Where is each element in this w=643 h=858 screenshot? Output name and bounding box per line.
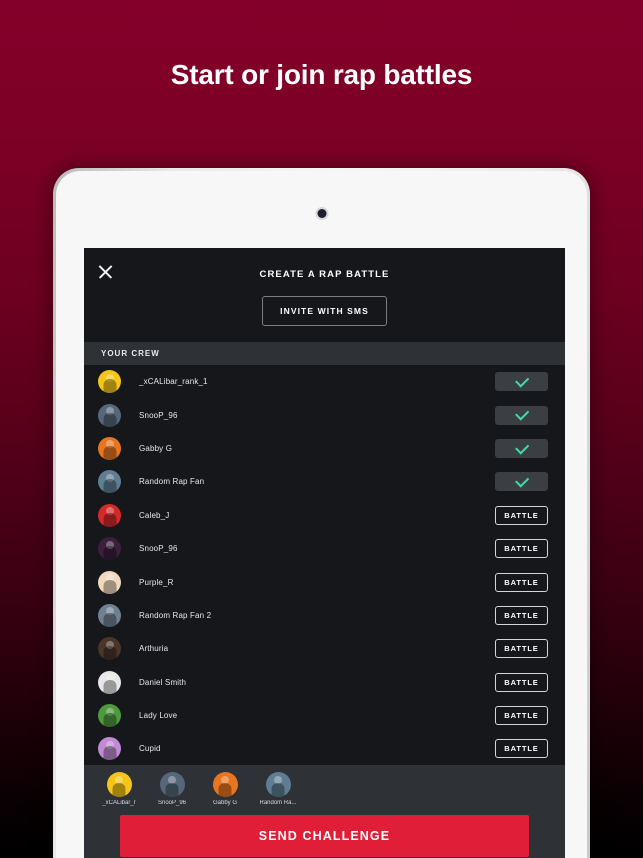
avatar-photo-icon <box>98 537 121 561</box>
section-header-your-crew: YOUR CREW <box>84 342 565 365</box>
crew-member-name: Purple_R <box>139 577 174 587</box>
battle-button[interactable]: BATTLE <box>495 539 548 559</box>
camera-dot-icon <box>317 209 326 218</box>
invite-button-row: INVITE WITH SMS <box>84 296 565 326</box>
tray-selected-item[interactable]: _xCALibar_r <box>97 772 141 806</box>
avatar-photo-icon <box>98 704 121 728</box>
check-icon <box>514 406 529 421</box>
tray-selected-item[interactable]: Random Ra... <box>256 772 300 806</box>
crew-row[interactable]: Random Rap Fan <box>84 465 565 498</box>
crew-member-name: Caleb_J <box>139 510 170 520</box>
crew-member-name: SnooP_96 <box>139 410 178 420</box>
crew-row[interactable]: Arthuria BATTLE <box>84 632 565 665</box>
crew-selected-check-button[interactable] <box>495 472 548 492</box>
crew-row[interactable]: Lady Love BATTLE <box>84 699 565 732</box>
crew-row[interactable]: _xCALibar_rank_1 <box>84 365 565 398</box>
invite-with-sms-button[interactable]: INVITE WITH SMS <box>262 296 387 326</box>
battle-button[interactable]: BATTLE <box>495 505 548 525</box>
battle-button[interactable]: BATTLE <box>495 672 548 692</box>
avatar-photo-icon <box>98 570 121 594</box>
promo-headline: Start or join rap battles <box>170 59 473 90</box>
app-top-bar: CREATE A RAP BATTLE INVITE WITH SMS <box>84 248 565 342</box>
crew-selected-check-button[interactable] <box>495 438 548 458</box>
crew-row[interactable]: Daniel Smith BATTLE <box>84 666 565 699</box>
avatar-photo-icon <box>98 403 121 427</box>
tray-item-label: _xCALibar_r <box>102 800 136 806</box>
send-button-row: SEND CHALLENGE <box>84 806 565 858</box>
tablet-body: CREATE A RAP BATTLE INVITE WITH SMS YOUR… <box>56 171 587 858</box>
crew-row[interactable]: Caleb_J BATTLE <box>84 499 565 532</box>
avatar-photo-icon <box>98 603 121 627</box>
crew-member-name: Cupid <box>139 744 161 754</box>
tray-item-label: SnooP_96 <box>157 800 187 806</box>
crew-member-name: Arthuria <box>139 644 169 654</box>
avatar-photo-icon <box>106 772 132 797</box>
send-challenge-button[interactable]: SEND CHALLENGE <box>120 815 529 857</box>
avatar-selfie-icon <box>98 370 121 394</box>
avatar-photo-icon <box>98 670 121 694</box>
avatar-photo-icon <box>98 470 121 494</box>
crew-member-name: Gabby G <box>139 443 173 453</box>
avatar-photo-icon <box>212 772 238 797</box>
battle-button[interactable]: BATTLE <box>495 739 548 759</box>
selected-crew-tray: _xCALibar_r SnooP_96 Gabby G Random Ra... S… <box>84 765 565 858</box>
crew-row[interactable]: Random Rap Fan 2 BATTLE <box>84 599 565 632</box>
avatar-photo-icon <box>98 637 121 661</box>
avatar-photo-icon <box>265 772 291 797</box>
avatar-photo-icon <box>159 772 185 797</box>
avatar-photo-icon <box>98 436 121 460</box>
crew-member-name: Lady Love <box>139 711 178 721</box>
battle-button[interactable]: BATTLE <box>495 605 548 625</box>
crew-member-name: _xCALibar_rank_1 <box>139 377 208 387</box>
selected-avatars-row: _xCALibar_r SnooP_96 Gabby G Random Ra... <box>84 772 565 806</box>
tablet-device-frame: CREATE A RAP BATTLE INVITE WITH SMS YOUR… <box>53 168 590 858</box>
crew-member-name: SnooP_96 <box>139 544 178 554</box>
page-title: CREATE A RAP BATTLE <box>259 269 390 280</box>
battle-button[interactable]: BATTLE <box>495 572 548 592</box>
crew-list[interactable]: _xCALibar_rank_1 SnooP_96 Gabby G Random Ra… <box>84 365 565 765</box>
check-icon <box>514 473 529 488</box>
tray-selected-item[interactable]: SnooP_96 <box>150 772 194 806</box>
crew-row[interactable]: Purple_R BATTLE <box>84 565 565 598</box>
crew-member-name: Random Rap Fan <box>139 477 205 487</box>
tray-selected-item[interactable]: Gabby G <box>203 772 247 806</box>
avatar-photo-icon <box>98 737 121 761</box>
crew-row[interactable]: Gabby G <box>84 432 565 465</box>
battle-button[interactable]: BATTLE <box>495 706 548 726</box>
avatar-photo-icon <box>98 503 121 527</box>
tray-item-label: Gabby G <box>212 800 237 806</box>
check-icon <box>514 440 529 454</box>
crew-member-name: Daniel Smith <box>139 677 187 687</box>
app-screen: CREATE A RAP BATTLE INVITE WITH SMS YOUR… <box>84 248 565 858</box>
crew-row[interactable]: SnooP_96 <box>84 398 565 431</box>
tray-item-label: Random Ra... <box>259 800 297 806</box>
close-icon[interactable] <box>94 260 118 284</box>
crew-row[interactable]: Cupid BATTLE <box>84 732 565 765</box>
crew-row[interactable]: SnooP_96 BATTLE <box>84 532 565 565</box>
crew-selected-check-button[interactable] <box>495 372 548 392</box>
battle-button[interactable]: BATTLE <box>495 639 548 659</box>
check-icon <box>514 373 529 388</box>
crew-member-name: Random Rap Fan 2 <box>139 610 212 620</box>
crew-selected-check-button[interactable] <box>495 405 548 425</box>
promo-screenshot: Start or join rap battles CREATE A RAP B… <box>0 0 643 858</box>
